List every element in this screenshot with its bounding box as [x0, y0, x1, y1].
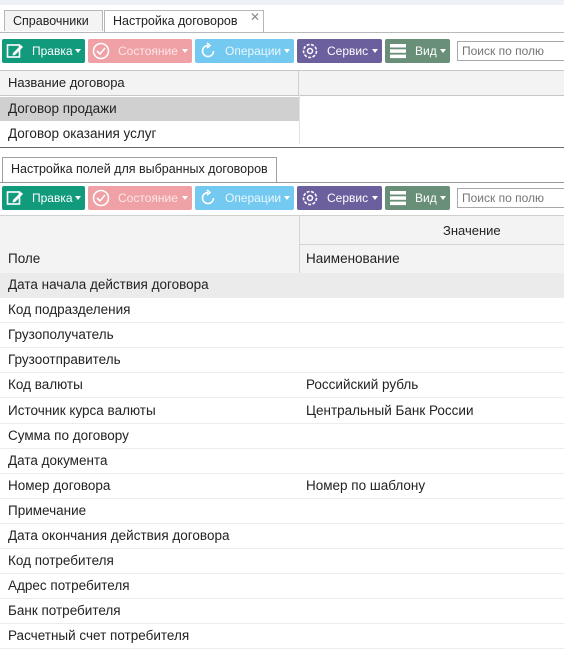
tab-contract-settings[interactable]: Настройка договоров ✕ [104, 10, 264, 32]
table-row[interactable]: Код подразделения [0, 298, 564, 324]
list-view-icon [390, 191, 406, 206]
table-row[interactable]: Номер договора Номер по шаблону [0, 474, 564, 499]
column-header-contract-name[interactable]: Название договора [8, 75, 125, 90]
field-cell: Дата документа [8, 452, 108, 468]
table-row[interactable]: Дата начала действия договора [0, 273, 564, 298]
table-row[interactable]: Адрес потребителя [0, 574, 564, 600]
field-cell: Дата начала действия договора [8, 277, 209, 292]
contract-row[interactable]: Договор оказания услуг [0, 122, 300, 146]
chevron-down-icon [372, 196, 378, 200]
tab-field-settings-label: Настройка полей для выбранных договоров [11, 162, 268, 176]
field-cell: Грузоотправитель [8, 352, 121, 368]
column-header-field[interactable]: Поле [8, 251, 40, 266]
operations-button-label: Операции [225, 191, 282, 205]
panel-divider [0, 147, 564, 148]
table-row[interactable]: Дата документа [0, 449, 564, 474]
tab-directories-label: Справочники [13, 14, 89, 28]
field-cell: Номер договора [8, 477, 111, 493]
state-button-label: Состояние [118, 191, 178, 205]
contracts-toolbar: Правка Состояние Операции Сервис Вид [0, 37, 564, 65]
check-circle-icon [92, 189, 110, 207]
chevron-down-icon [75, 196, 81, 200]
column-divider [298, 71, 299, 95]
table-row[interactable]: Банк потребителя [0, 599, 564, 625]
field-cell: Сумма по договору [8, 427, 129, 443]
service-button-label: Сервис [327, 191, 369, 205]
table-row[interactable]: Источник курса валюты Центральный Банк Ро… [0, 399, 564, 424]
field-cell: Дата окончания действия договора [8, 528, 230, 543]
edit-button[interactable]: Правка [2, 39, 85, 63]
search-input[interactable] [457, 188, 564, 208]
edit-button-label: Правка [32, 191, 73, 205]
operations-button[interactable]: Операции [195, 39, 294, 63]
field-cell: Расчетный счет потребителя [8, 628, 190, 644]
table-row[interactable]: Грузоотправитель [0, 348, 564, 374]
name-cell: Центральный Банк России [306, 402, 474, 418]
view-button-label: Вид [415, 191, 437, 205]
chevron-down-icon [440, 49, 446, 53]
chevron-down-icon [284, 196, 290, 200]
table-row[interactable]: Грузополучатель [0, 323, 564, 349]
edit-button[interactable]: Правка [2, 186, 85, 210]
main-tab-bar: Справочники Настройка договоров ✕ [0, 0, 564, 33]
tab-directories[interactable]: Справочники [4, 10, 103, 31]
contracts-grid-header: Название договора [0, 70, 564, 96]
column-group-value-label: Значение [443, 223, 501, 238]
service-button[interactable]: Сервис [297, 39, 382, 63]
edit-button-label: Правка [32, 44, 73, 58]
chevron-down-icon [182, 196, 188, 200]
chevron-down-icon [182, 49, 188, 53]
chevron-down-icon [284, 49, 290, 53]
table-row[interactable]: Расчетный счет потребителя [0, 624, 564, 649]
operations-button[interactable]: Операции [195, 186, 294, 210]
view-button[interactable]: Вид [385, 186, 450, 210]
state-button-label: Состояние [118, 44, 178, 58]
field-cell: Код потребителя [8, 553, 114, 569]
search-input[interactable] [457, 41, 564, 61]
close-tab-icon[interactable]: ✕ [250, 7, 260, 28]
subtab-underline [0, 182, 564, 183]
fields-grid-header: Значение Поле Наименование [0, 215, 564, 274]
table-row[interactable]: Примечание [0, 499, 564, 524]
field-cell: Адрес потребителя [8, 578, 130, 594]
chevron-down-icon [440, 196, 446, 200]
field-cell: Грузополучатель [8, 327, 114, 343]
name-cell: Российский рубль [306, 377, 419, 393]
edit-icon [6, 191, 23, 205]
chevron-down-icon [75, 49, 81, 53]
edit-icon [6, 44, 23, 58]
column-divider [299, 244, 300, 273]
check-circle-icon [92, 42, 110, 60]
operations-button-label: Операции [225, 44, 282, 58]
list-view-icon [390, 44, 406, 59]
view-button[interactable]: Вид [385, 39, 450, 63]
table-row[interactable]: Код валюты Российский рубль [0, 373, 564, 399]
refresh-icon [201, 189, 215, 205]
state-button[interactable]: Состояние [88, 39, 192, 63]
gear-icon [302, 190, 318, 206]
field-cell: Код подразделения [8, 302, 131, 318]
field-cell: Источник курса валюты [8, 402, 156, 418]
table-row[interactable]: Сумма по договору [0, 424, 564, 449]
field-cell: Примечание [8, 502, 87, 518]
service-button-label: Сервис [327, 44, 369, 58]
service-button[interactable]: Сервис [297, 186, 382, 210]
column-group-value: Значение [299, 216, 564, 245]
field-cell: Банк потребителя [8, 603, 121, 619]
tab-field-settings[interactable]: Настройка полей для выбранных договоров [2, 157, 277, 182]
column-header-name[interactable]: Наименование [306, 251, 400, 266]
refresh-icon [201, 42, 215, 58]
view-button-label: Вид [415, 44, 437, 58]
chevron-down-icon [372, 49, 378, 53]
table-row[interactable]: Дата окончания действия договора [0, 524, 564, 549]
state-button[interactable]: Состояние [88, 186, 192, 210]
contract-row[interactable]: Договор продажи [0, 97, 300, 121]
field-cell: Код валюты [8, 377, 83, 393]
tab-contract-settings-label: Настройка договоров [113, 14, 238, 28]
name-cell: Номер по шаблону [306, 477, 426, 493]
table-row[interactable]: Код потребителя [0, 549, 564, 575]
gear-icon [302, 43, 318, 59]
column-divider [299, 94, 300, 144]
fields-toolbar: Правка Состояние Операции Сервис Вид [0, 184, 564, 212]
